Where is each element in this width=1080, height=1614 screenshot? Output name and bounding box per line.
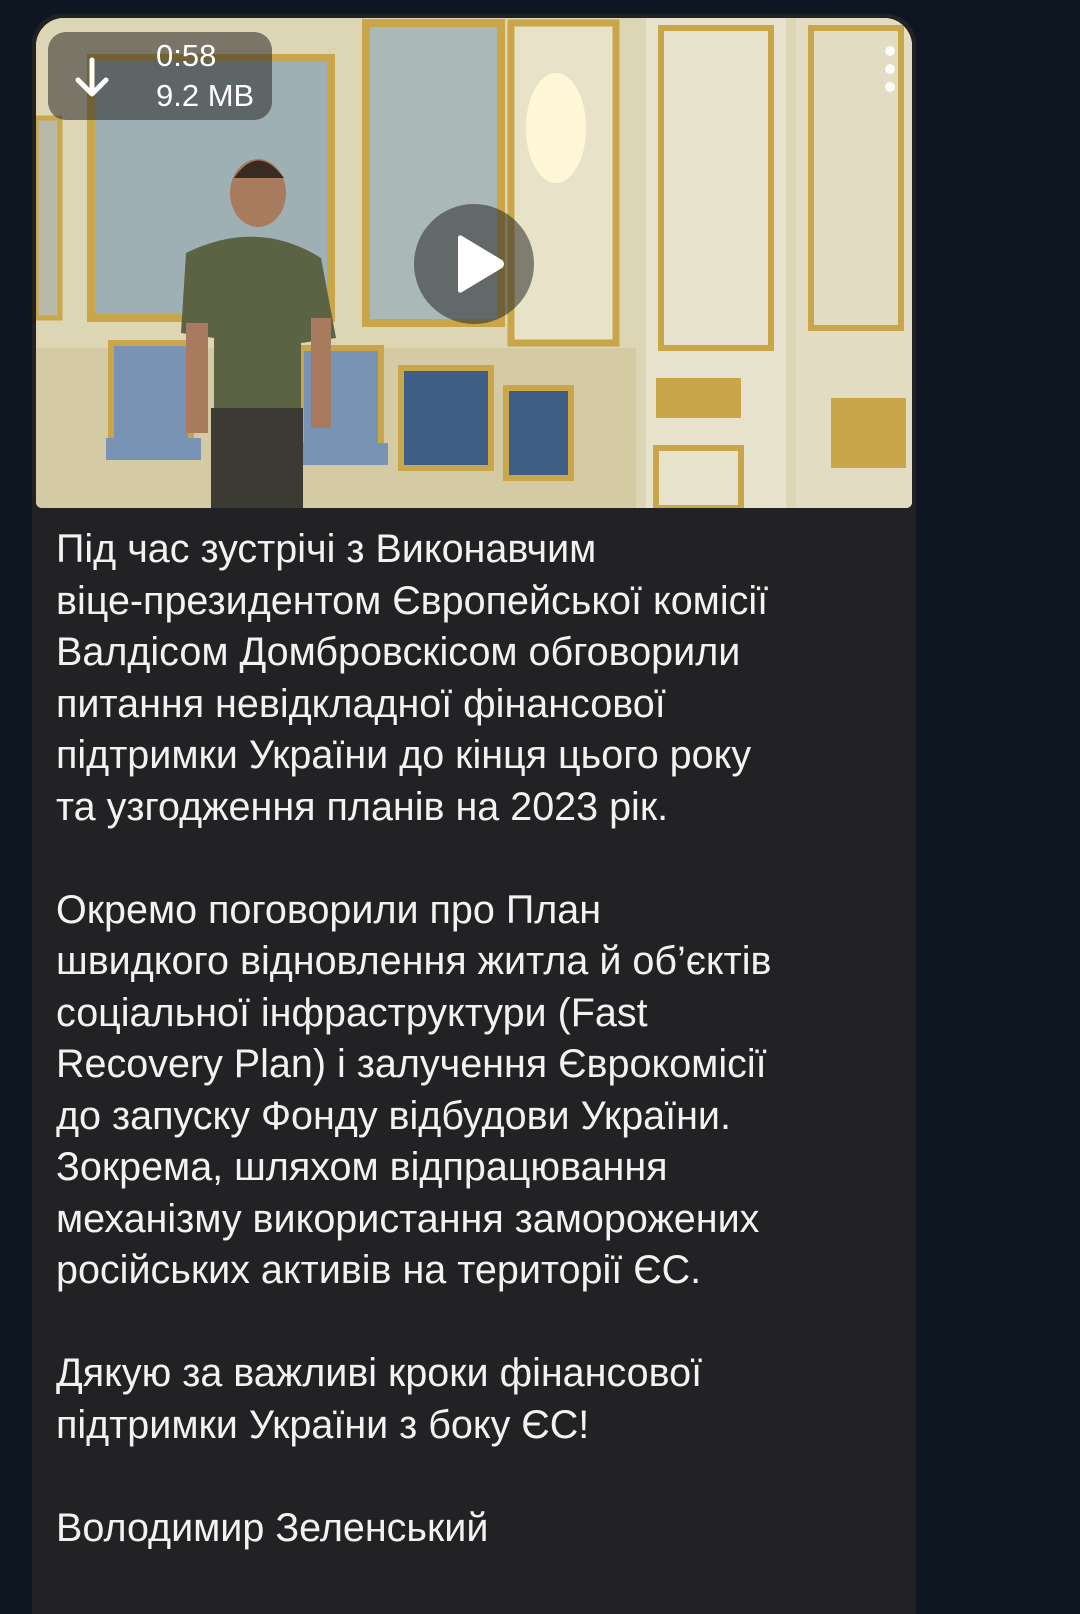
- message-bubble: 0:58 9.2 MB Під час зустрічі з Виконавчи…: [32, 14, 916, 1614]
- text-line: до запуску Фонду відбудови України.: [56, 1093, 731, 1138]
- text-line: соціальної інфраструктури (Fast: [56, 990, 648, 1035]
- download-icon[interactable]: [70, 56, 114, 100]
- play-button[interactable]: [414, 204, 534, 324]
- text-line: російських активів на території ЄС.: [56, 1248, 702, 1292]
- text-line: питання невідкладної фінансової: [56, 681, 666, 726]
- video-file-size: 9.2 MB: [156, 78, 255, 113]
- media-info-badge: 0:58 9.2 MB: [48, 32, 272, 120]
- play-icon: [458, 235, 504, 293]
- text-line: Recovery Plan) і залучення Єврокомісії: [56, 1042, 767, 1086]
- text-line: Валдісом Домбровскісом обговорили: [56, 630, 741, 674]
- text-line: швидкого відновлення житла й об’єктів: [56, 939, 772, 983]
- video-duration: 0:58: [156, 38, 217, 73]
- text-line: підтримки України до кінця цього року: [56, 733, 752, 777]
- text-line: Зокрема, шляхом відпрацювання: [56, 1145, 668, 1189]
- text-line: віце-президентом Європейської комісії: [56, 578, 769, 623]
- text-line: Дякую за важливі кроки фінансової: [56, 1351, 703, 1395]
- text-line: Під час зустрічі з Виконавчим: [56, 527, 597, 571]
- signature: Володимир Зеленський: [56, 1505, 489, 1550]
- text-line: механізму використання заморожених: [56, 1196, 760, 1241]
- video-preview[interactable]: 0:58 9.2 MB: [36, 18, 912, 508]
- text-line: Окремо поговорили про План: [56, 887, 602, 932]
- message-text: Під час зустрічі з Виконавчим віце-прези…: [56, 524, 901, 1554]
- more-vertical-icon[interactable]: [880, 44, 900, 94]
- text-line: та узгодження планів на 2023 рік.: [56, 784, 669, 829]
- text-line: підтримки України з боку ЄС!: [56, 1402, 590, 1447]
